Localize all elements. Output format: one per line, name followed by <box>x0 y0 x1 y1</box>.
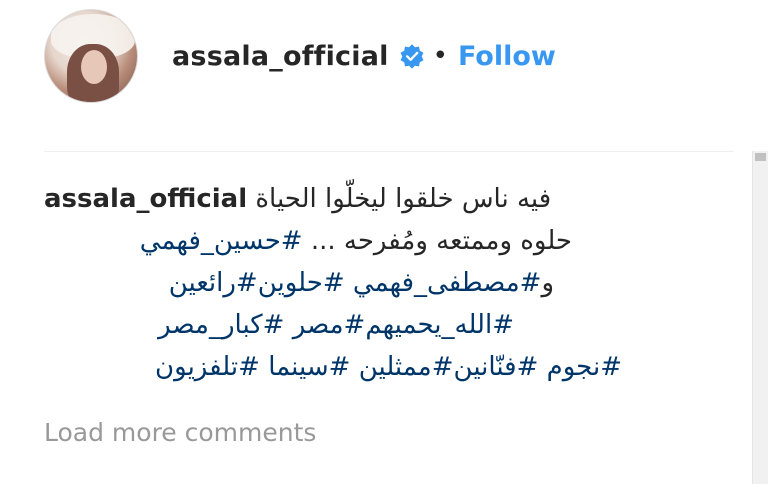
hashtag[interactable]: #حلوين <box>258 268 345 298</box>
caption-line-1: assala_official فيه ناس خلقوا ليخلّوا ال… <box>44 178 551 220</box>
caption-text-3: و <box>541 268 554 298</box>
caption-username[interactable]: assala_official <box>44 184 247 214</box>
caption-text-2: حلوه وممتعه ومُفرحه ... <box>310 226 572 256</box>
hashtag[interactable]: #تلفزيون <box>155 352 260 382</box>
hashtag[interactable]: #ممثلين <box>359 352 454 382</box>
post-header: assala_official • Follow <box>44 8 728 104</box>
hashtag[interactable]: #حسين_فهمي <box>140 226 303 256</box>
hashtag[interactable]: #كبار_مصر <box>158 310 284 340</box>
caption-line-5: #نجوم #فنّانين#ممثلين #سينما #تلفزيون <box>44 346 622 388</box>
caption-line-4: #الله_يحميهم#مصر #كبار_مصر <box>44 304 514 346</box>
hashtag[interactable]: #فنّانين <box>454 352 539 382</box>
caption-line-3: و#مصطفى_فهمي #حلوين#رائعين <box>44 262 554 304</box>
hashtag[interactable]: #مصطفى_فهمي <box>353 268 542 298</box>
caption-line-2: حلوه وممتعه ومُفرحه ... #حسين_فهمي <box>44 220 572 262</box>
hashtag[interactable]: #الله_يحميهم <box>365 310 514 340</box>
divider <box>44 151 734 152</box>
separator-dot: • <box>432 41 448 71</box>
caption-text-1: فيه ناس خلقوا ليخلّوا الحياة <box>255 184 552 214</box>
hashtag[interactable]: #مصر <box>293 310 366 340</box>
hashtag[interactable]: #نجوم <box>547 352 622 382</box>
avatar-face-shape <box>81 50 107 84</box>
verified-badge-icon <box>400 44 424 69</box>
avatar[interactable] <box>44 9 138 103</box>
follow-button[interactable]: Follow <box>458 41 556 72</box>
hashtag[interactable]: #سينما <box>268 352 350 382</box>
username-link[interactable]: assala_official <box>172 41 389 72</box>
load-more-comments-button[interactable]: Load more comments <box>44 418 316 447</box>
scrollbar[interactable] <box>752 151 768 484</box>
hashtag[interactable]: #رائعين <box>169 268 258 298</box>
scrollbar-up-arrow[interactable] <box>755 153 766 161</box>
